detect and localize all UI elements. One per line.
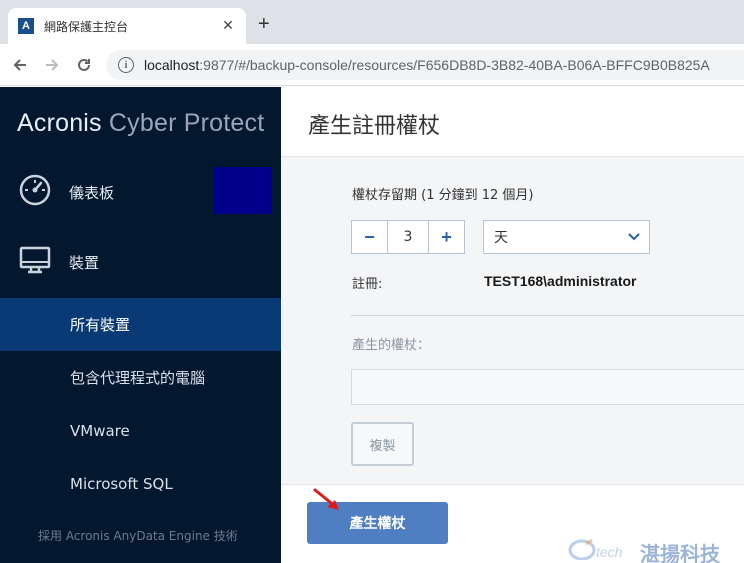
new-tab-plus-icon[interactable]: + [258,14,270,34]
chevron-down-icon [619,233,649,241]
sidebar-subitem-vmware[interactable]: VMware [0,404,281,457]
acronis-favicon-icon: A [18,18,34,34]
acronis-cyber-protect-logo: Acronis Cyber Protect [17,109,265,137]
watermark-tech: tech [596,544,623,560]
site-info-icon[interactable]: i [118,57,134,73]
forward-arrow-icon[interactable] [40,53,64,77]
red-pointer-arrow-icon [313,488,339,510]
lifetime-stepper: − 3 + [351,220,465,254]
tab-close-icon[interactable]: ✕ [220,18,236,34]
selected-unit: 天 [494,230,508,246]
decrement-button[interactable]: − [352,221,387,253]
copy-button[interactable]: 複製 [351,422,414,466]
sidebar-subitem-label: Microsoft SQL [70,474,173,493]
watermark-logo-icon [568,538,596,560]
registration-token-panel: 產生註冊權杖 權杖存留期 (1 分鐘到 12 個月) − 3 + 天 註冊: T… [281,87,744,563]
sidebar-item-label: 儀表板 [69,183,115,202]
sidebar-subitem-all-devices[interactable]: 所有裝置 [0,298,281,351]
sidebar-subitem-label: 包含代理程式的電腦 [70,369,206,387]
sidebar-subitem-microsoft-sql[interactable]: Microsoft SQL [0,457,281,510]
sidebar-subitem-machines-with-agents[interactable]: 包含代理程式的電腦 [0,351,281,404]
reload-icon[interactable] [72,53,96,77]
lifetime-value-input[interactable]: 3 [387,221,429,253]
lifetime-unit-select[interactable]: 天 [483,220,650,254]
registration-account: TEST168\administrator [484,273,637,289]
generated-token-label: 產生的權杖： [352,338,431,353]
generated-token-field[interactable] [351,369,744,405]
browser-tab[interactable]: A 網路保護主控台 ✕ [8,8,246,44]
address-bar[interactable]: i localhost:9877/#/backup-console/resour… [106,50,744,80]
sidebar-item-devices[interactable]: 裝置 [0,234,281,290]
highlight-block [214,167,272,214]
browser-tabstrip: A 網路保護主控台 ✕ + [0,0,744,44]
sidebar-subitem-label: 所有裝置 [70,316,131,334]
back-arrow-icon[interactable] [8,53,32,77]
divider [351,315,744,316]
monitor-icon [18,243,52,281]
registration-label: 註冊: [352,277,383,292]
page-title: 產生註冊權杖 [308,114,441,139]
sidebar-item-label: 裝置 [69,253,100,272]
sidebar: Acronis Cyber Protect 儀表板 裝置 所有裝置 包含代理程式… [0,87,281,563]
panel-header: 產生註冊權杖 [281,87,744,157]
url-text: localhost:9877/#/backup-console/resource… [144,57,710,73]
powered-by-note: 採用 Acronis AnyData Engine 技術 [38,529,238,543]
watermark-company: 湛揚科技 [640,542,720,563]
sidebar-subitem-label: VMware [70,421,130,440]
dashboard-gauge-icon [18,173,52,211]
increment-button[interactable]: + [429,221,464,253]
token-lifetime-label: 權杖存留期 (1 分鐘到 12 個月) [352,188,534,203]
tab-title: 網路保護主控台 [44,19,129,34]
watermark: tech 湛揚科技 [568,536,744,563]
browser-toolbar: i localhost:9877/#/backup-console/resour… [0,44,744,86]
